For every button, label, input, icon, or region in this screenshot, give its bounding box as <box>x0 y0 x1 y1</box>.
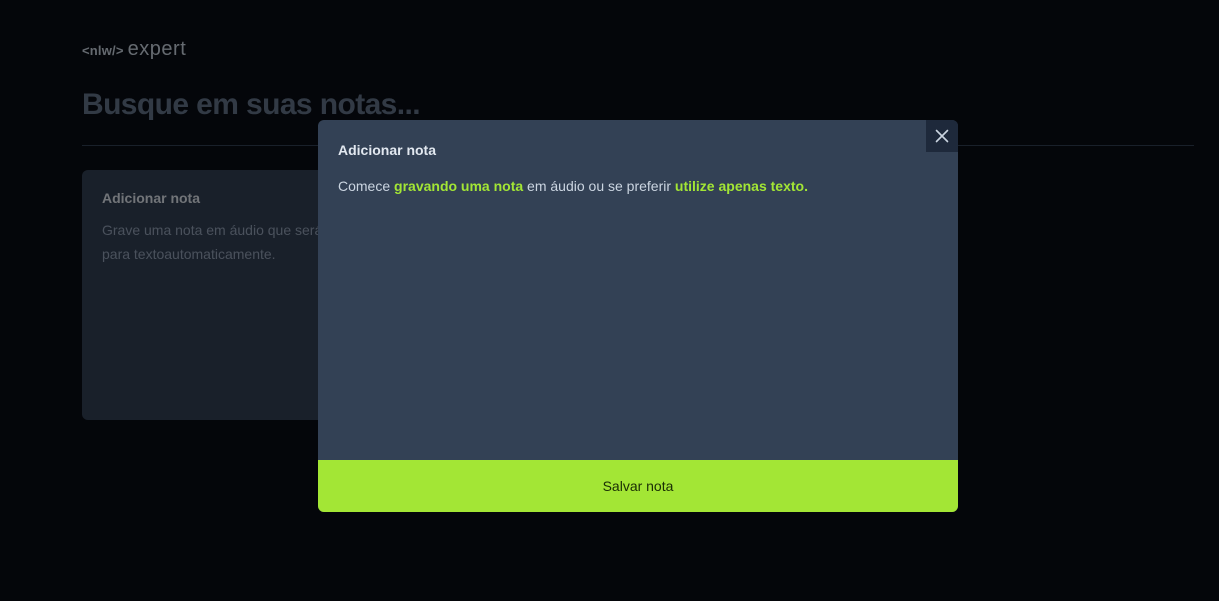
close-button[interactable] <box>926 120 958 152</box>
use-text-link[interactable]: utilize apenas texto. <box>675 178 808 194</box>
instructions-text-start: Comece <box>338 178 395 194</box>
close-icon <box>935 129 949 143</box>
app-page: <nlw/> expert Adicionar nota Grave uma n… <box>0 0 1219 601</box>
add-note-modal: Adicionar nota Comece gravando uma nota … <box>318 120 958 512</box>
instructions-text-middle: em áudio ou se preferir <box>523 178 675 194</box>
modal-body: Adicionar nota Comece gravando uma nota … <box>318 120 958 460</box>
modal-title: Adicionar nota <box>338 142 437 158</box>
record-audio-link[interactable]: gravando uma nota <box>394 178 523 194</box>
modal-instructions: Comece gravando uma nota em áudio ou se … <box>338 176 938 196</box>
save-note-button[interactable]: Salvar nota <box>318 460 958 512</box>
